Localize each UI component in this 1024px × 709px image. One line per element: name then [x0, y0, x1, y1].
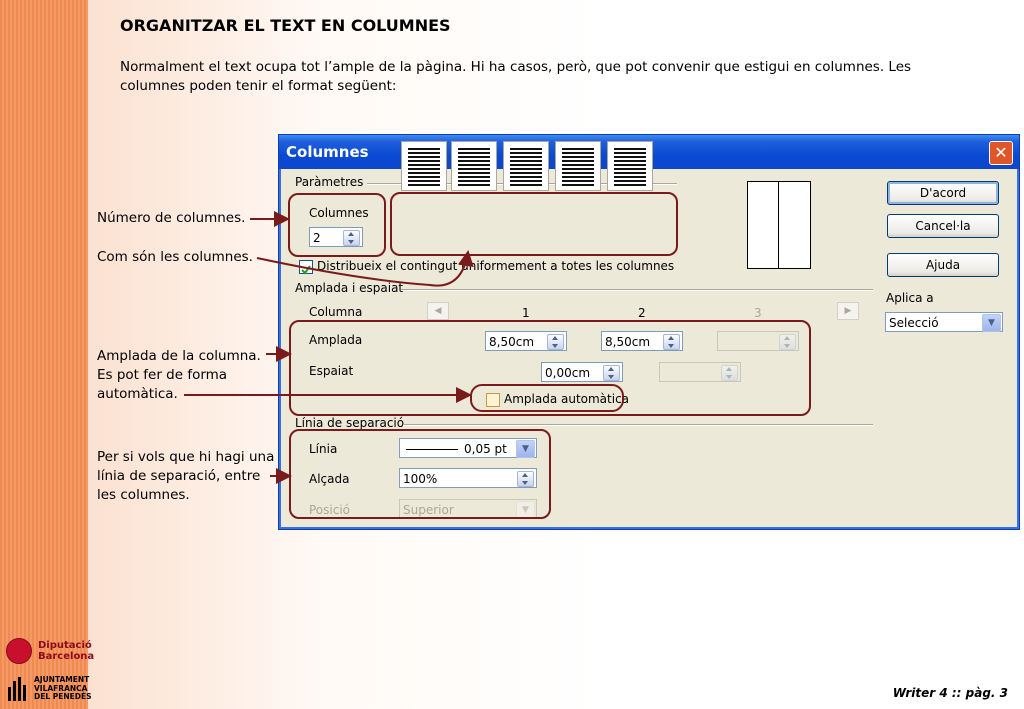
page-footer: Writer 4 :: pàg. 3 [892, 686, 1008, 700]
annotation-arrows [184, 211, 474, 484]
arrow-column-type [256, 250, 474, 287]
ajuntament-line-3: DEL PENEDÈS [34, 692, 92, 701]
diputacio-logo: Diputació Barcelona [6, 638, 94, 664]
ajuntament-logo: AJUNTAMENT VILAFRANCA DEL PENEDÈS [6, 675, 92, 702]
diputacio-seal-icon [6, 638, 32, 664]
diputacio-line-1: Diputació [38, 640, 92, 651]
diputacio-line-2: Barcelona [38, 651, 95, 662]
ajuntament-mark-icon [6, 676, 28, 701]
